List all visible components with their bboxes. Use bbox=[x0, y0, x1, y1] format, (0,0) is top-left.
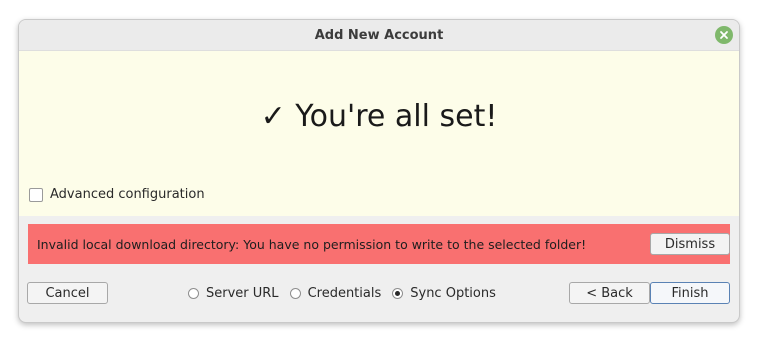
error-banner: Invalid local download directory: You ha… bbox=[28, 224, 730, 264]
error-message: Invalid local download directory: You ha… bbox=[37, 236, 587, 252]
close-button[interactable] bbox=[715, 26, 733, 44]
step-credentials[interactable]: Credentials bbox=[289, 285, 382, 301]
add-account-dialog: Add New Account ✓ You're all set! Advanc… bbox=[18, 19, 740, 323]
title-bar: Add New Account bbox=[19, 20, 739, 51]
step-label: Sync Options bbox=[410, 285, 496, 301]
step-server-url[interactable]: Server URL bbox=[188, 286, 279, 301]
step-radio[interactable] bbox=[289, 287, 301, 299]
wizard-steps: Server URL Credentials Sync Options bbox=[188, 282, 507, 304]
close-icon bbox=[720, 31, 728, 39]
dialog-title: Add New Account bbox=[314, 27, 444, 43]
cancel-button[interactable]: Cancel bbox=[27, 282, 108, 304]
step-label: Server URL bbox=[206, 285, 279, 301]
radio-selected-dot bbox=[395, 290, 401, 296]
step-radio[interactable] bbox=[392, 287, 404, 299]
content-panel: ✓ You're all set! Advanced configuration bbox=[19, 51, 739, 216]
advanced-configuration-checkbox[interactable] bbox=[29, 187, 43, 202]
step-sync-options[interactable]: Sync Options bbox=[392, 286, 496, 301]
step-radio[interactable] bbox=[188, 287, 199, 299]
completion-headline: ✓ You're all set! bbox=[260, 99, 498, 134]
finish-button[interactable]: Finish bbox=[650, 282, 730, 304]
advanced-configuration-label: Advanced configuration bbox=[50, 187, 205, 202]
back-button[interactable]: < Back bbox=[569, 282, 650, 304]
step-label: Credentials bbox=[307, 285, 382, 301]
dismiss-button[interactable]: Dismiss bbox=[650, 233, 730, 255]
advanced-configuration-option[interactable]: Advanced configuration bbox=[29, 187, 205, 202]
